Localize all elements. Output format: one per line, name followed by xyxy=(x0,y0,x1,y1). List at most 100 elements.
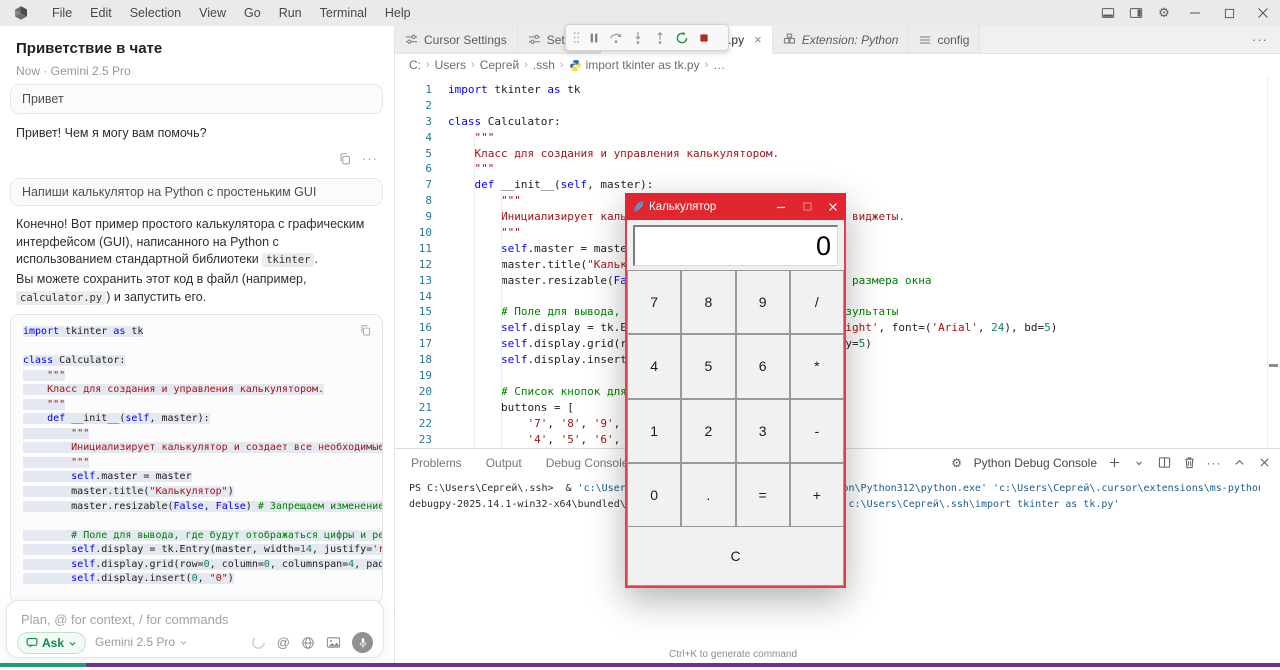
calc-button-plus[interactable]: + xyxy=(790,463,844,527)
panel-controls: ⚙ Python Debug Console ··· xyxy=(949,449,1272,476)
menu-edit[interactable]: Edit xyxy=(81,0,121,26)
copy-icon[interactable] xyxy=(338,152,352,166)
more-actions-icon[interactable]: ··· xyxy=(362,151,378,166)
step-into-icon[interactable] xyxy=(627,27,648,48)
split-terminal-icon[interactable] xyxy=(1156,455,1172,471)
editor-scrollbar[interactable] xyxy=(1267,76,1280,448)
panel-more-icon[interactable]: ··· xyxy=(1206,455,1222,471)
image-icon[interactable] xyxy=(326,635,341,650)
close-icon[interactable] xyxy=(1246,0,1280,26)
trash-icon[interactable] xyxy=(1181,455,1197,471)
calc-button-2[interactable]: 2 xyxy=(681,399,735,463)
step-out-icon[interactable] xyxy=(649,27,670,48)
calc-button-1[interactable]: 1 xyxy=(627,399,681,463)
breadcrumb-item[interactable]: Сергей xyxy=(480,58,520,72)
new-terminal-icon[interactable] xyxy=(1106,455,1122,471)
calc-close-icon[interactable] xyxy=(820,193,846,220)
tab-extension-python[interactable]: Extension: Python xyxy=(773,26,910,54)
tab-config[interactable]: config xyxy=(909,26,980,54)
calc-button-7[interactable]: 7 xyxy=(627,270,681,334)
app-window: FileEditSelectionViewGoRunTerminalHelp ⚙… xyxy=(0,0,1280,670)
tab-cursor-settings[interactable]: Cursor Settings xyxy=(395,26,518,54)
calc-button-9[interactable]: 9 xyxy=(736,270,790,334)
panel-close-icon[interactable] xyxy=(1256,455,1272,471)
calc-button-divide[interactable]: / xyxy=(790,270,844,334)
breadcrumb-item[interactable]: … xyxy=(713,58,725,72)
panel-tab-output[interactable]: Output xyxy=(486,450,522,476)
code-line: 6 """ xyxy=(395,161,1280,177)
maximize-icon[interactable] xyxy=(1212,0,1246,26)
usage-circle-icon[interactable] xyxy=(251,635,266,650)
stop-icon[interactable] xyxy=(693,27,714,48)
calc-button-5[interactable]: 5 xyxy=(681,334,735,398)
breadcrumb-item[interactable]: Users xyxy=(435,58,466,72)
tab-label: config xyxy=(937,33,969,47)
calc-button-3[interactable]: 3 xyxy=(736,399,790,463)
calculator-display[interactable]: 0 xyxy=(633,225,838,266)
calc-button-0[interactable]: 0 xyxy=(627,463,681,527)
menu-help[interactable]: Help xyxy=(376,0,420,26)
status-bar xyxy=(0,663,1280,667)
globe-icon[interactable] xyxy=(301,636,315,650)
menu-selection[interactable]: Selection xyxy=(121,0,190,26)
mic-button[interactable] xyxy=(352,632,373,653)
at-mention-icon[interactable]: @ xyxy=(277,635,290,650)
calc-button-minus[interactable]: - xyxy=(790,399,844,463)
breadcrumb-item[interactable]: import tkinter as tk.py xyxy=(569,58,700,72)
chat-code-line: self.display.grid(row=0, column=0, colum… xyxy=(23,558,370,573)
line-number: 2 xyxy=(395,98,432,114)
step-over-icon[interactable] xyxy=(605,27,626,48)
code-text: buttons = [ xyxy=(448,400,574,416)
breadcrumb-item[interactable]: .ssh xyxy=(533,58,555,72)
panel-tab-problems[interactable]: Problems xyxy=(411,450,462,476)
panel-tab-debug-console[interactable]: Debug Console xyxy=(546,450,629,476)
calc-button-clear[interactable]: C xyxy=(627,526,844,586)
menu-go[interactable]: Go xyxy=(235,0,270,26)
model-selector[interactable]: Gemini 2.5 Pro xyxy=(95,635,188,649)
breadcrumb[interactable]: C:›Users›Сергей›.ssh›import tkinter as t… xyxy=(395,54,1280,76)
calc-minimize-icon[interactable] xyxy=(768,193,794,220)
console-profile-label: Python Debug Console xyxy=(974,456,1097,470)
grip-icon[interactable] xyxy=(570,27,582,48)
calc-button-equals[interactable]: = xyxy=(736,463,790,527)
reply-text: Вы можете сохранить этот код в файл (нап… xyxy=(16,272,306,286)
breadcrumb-item[interactable]: C: xyxy=(409,58,421,72)
layout-panel-icon[interactable] xyxy=(1094,0,1122,26)
calculator-titlebar[interactable]: Калькулятор xyxy=(625,193,846,220)
line-number: 15 xyxy=(395,304,432,320)
restart-icon[interactable] xyxy=(671,27,692,48)
calculator-body: 0 789/ 456* 123- 0.=+ C xyxy=(625,220,846,588)
layout-sidebar-icon[interactable] xyxy=(1122,0,1150,26)
calc-button-8[interactable]: 8 xyxy=(681,270,735,334)
calc-button-6[interactable]: 6 xyxy=(736,334,790,398)
user-message-bubble[interactable]: Напиши калькулятор на Python с простеньк… xyxy=(10,178,383,206)
code-line: 5 Класс для создания и управления кальку… xyxy=(395,146,1280,162)
menu-run[interactable]: Run xyxy=(270,0,311,26)
menu-view[interactable]: View xyxy=(190,0,235,26)
tab-bar: Cursor SettingsSettingsimport tkinter as… xyxy=(395,26,1280,54)
minimize-icon[interactable] xyxy=(1178,0,1212,26)
terminal-dropdown-chevron-icon[interactable] xyxy=(1131,455,1147,471)
editor-more-actions-icon[interactable]: ··· xyxy=(1240,32,1280,47)
calc-maximize-icon[interactable] xyxy=(794,193,820,220)
calculator-window[interactable]: Калькулятор 0 789/ 456* 123- 0.=+ C xyxy=(625,193,846,588)
chat-code-line: """ xyxy=(23,456,370,471)
calc-button-dot[interactable]: . xyxy=(681,463,735,527)
chat-panel: Приветствие в чате Now · Gemini 2.5 Pro … xyxy=(0,26,395,663)
settings-gear-icon[interactable]: ⚙ xyxy=(1150,0,1178,26)
panel-maximize-icon[interactable] xyxy=(1231,455,1247,471)
calc-button-multiply[interactable]: * xyxy=(790,334,844,398)
chat-code-line: Инициализирует калькулятор и создает все… xyxy=(23,441,370,456)
tab-close-icon[interactable]: × xyxy=(754,32,762,47)
titlebar-controls: ⚙ xyxy=(1094,0,1280,26)
calc-button-4[interactable]: 4 xyxy=(627,334,681,398)
menu-file[interactable]: File xyxy=(43,0,81,26)
pause-icon[interactable] xyxy=(583,27,604,48)
chat-code-block[interactable]: import tkinter as tk class Calculator: "… xyxy=(10,314,383,604)
menu-terminal[interactable]: Terminal xyxy=(311,0,376,26)
chat-input-box[interactable]: Plan, @ for context, / for commands Ask … xyxy=(6,600,384,658)
user-message-bubble[interactable]: Привет xyxy=(10,84,383,114)
breadcrumb-label: Users xyxy=(435,58,466,72)
copy-icon[interactable] xyxy=(359,324,372,337)
ask-mode-button[interactable]: Ask xyxy=(17,632,86,654)
